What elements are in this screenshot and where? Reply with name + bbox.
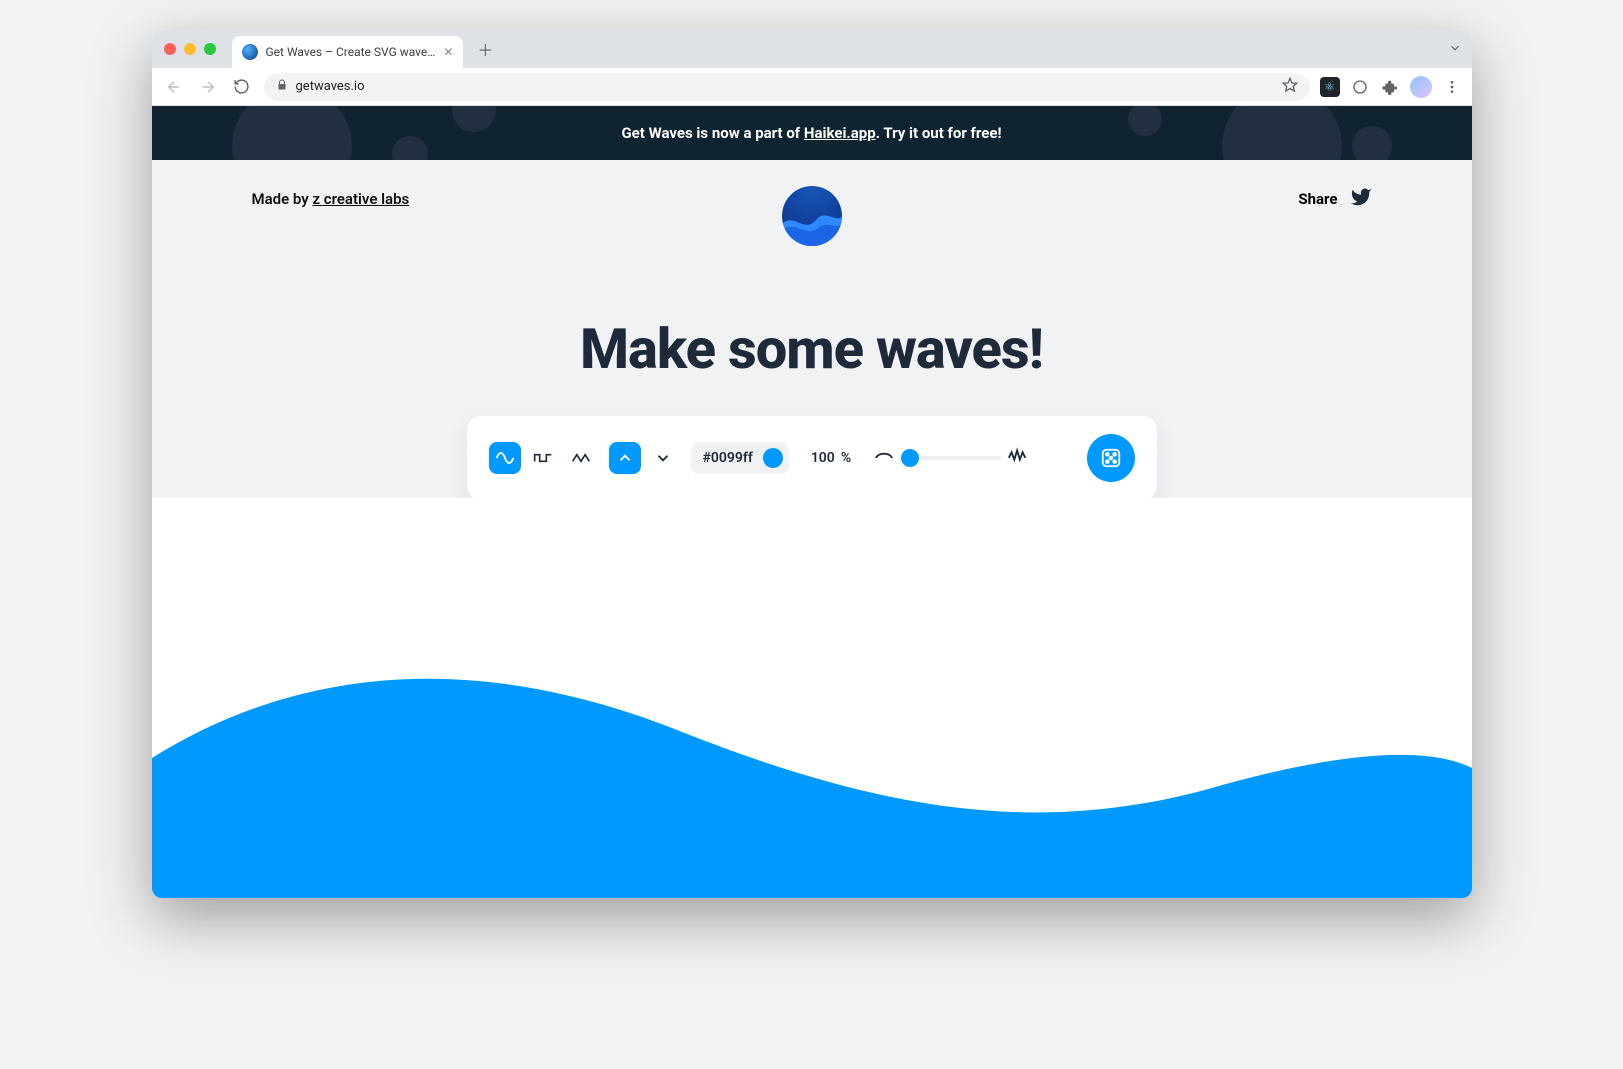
high-complexity-icon [1007,445,1029,471]
tab-title: Get Waves – Create SVG wave… [266,45,436,59]
complexity-group [873,445,1029,471]
made-by: Made by z creative labs [252,190,410,208]
extension-icon[interactable] [1350,77,1370,97]
shape-square-button[interactable] [527,442,559,474]
lock-icon [276,79,288,94]
profile-avatar-icon[interactable] [1410,76,1432,98]
close-tab-icon[interactable]: ✕ [443,45,453,59]
share-label: Share [1298,190,1337,208]
twitter-icon[interactable] [1350,186,1372,212]
banner-text: Get Waves is now a part of Haikei.app. T… [621,124,1001,142]
extensions-menu-icon[interactable] [1380,77,1400,97]
wave-shape-group [489,442,597,474]
tab-overflow-icon[interactable] [1448,40,1462,59]
direction-down-button[interactable] [647,442,679,474]
opacity-value: 100 [811,450,835,466]
share-block: Share [1298,186,1371,212]
direction-group [609,442,679,474]
new-tab-button[interactable]: ＋ [471,35,499,63]
address-bar[interactable]: getwaves.io [264,73,1310,101]
nav-forward-button[interactable] [196,75,220,99]
extension-react-devtools-icon[interactable]: ⚛ [1320,77,1340,97]
browser-menu-icon[interactable] [1442,77,1462,97]
low-complexity-icon [873,445,895,471]
nav-reload-button[interactable] [230,75,254,99]
color-swatch [763,448,783,468]
page-title: Make some waves! [152,316,1472,382]
randomize-button[interactable] [1087,434,1135,482]
minimize-window-button[interactable] [184,43,196,55]
wave-preview [152,498,1472,898]
complexity-slider[interactable] [901,448,1001,468]
banner-link[interactable]: Haikei.app [804,124,876,142]
browser-tab[interactable]: Get Waves – Create SVG wave… ✕ [232,36,464,68]
browser-tabbar: Get Waves – Create SVG wave… ✕ ＋ [152,30,1472,68]
browser-extensions: ⚛ [1320,76,1462,98]
url-text: getwaves.io [296,79,365,94]
nav-back-button[interactable] [162,75,186,99]
shape-sine-button[interactable] [489,442,521,474]
close-window-button[interactable] [164,43,176,55]
shape-peak-button[interactable] [565,442,597,474]
color-picker[interactable]: #0099ff [691,442,789,474]
maximize-window-button[interactable] [204,43,216,55]
page-content: Get Waves is now a part of Haikei.app. T… [152,106,1472,898]
wave-svg [152,598,1472,898]
bookmark-star-icon[interactable] [1282,77,1298,97]
slider-thumb[interactable] [901,449,919,467]
color-hex: #0099ff [703,450,753,466]
opacity-unit: % [841,450,851,466]
browser-toolbar: getwaves.io ⚛ [152,68,1472,106]
direction-up-button[interactable] [609,442,641,474]
app-logo [782,186,842,246]
browser-window: Get Waves – Create SVG wave… ✕ ＋ getwave… [152,30,1472,898]
made-by-link[interactable]: z creative labs [312,190,409,208]
window-controls [164,43,216,55]
promo-banner: Get Waves is now a part of Haikei.app. T… [152,106,1472,160]
opacity-input[interactable]: 100 % [801,442,861,474]
control-panel: #0099ff 100 % [467,416,1157,500]
favicon-icon [242,44,258,60]
